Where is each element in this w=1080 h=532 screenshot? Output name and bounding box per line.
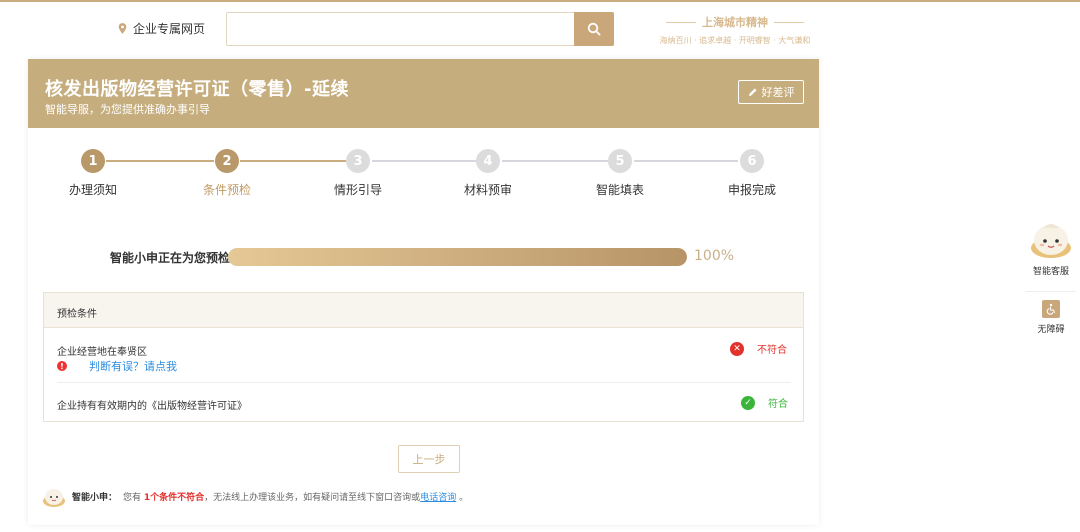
step-3: 3 情形引导 bbox=[318, 149, 398, 198]
cross-icon: ✕ bbox=[730, 341, 744, 356]
search-input[interactable] bbox=[226, 12, 614, 46]
check-icon: ✓ bbox=[741, 395, 755, 410]
error-note: ! 判断有误？请点我 bbox=[57, 358, 177, 374]
message-text: 。 bbox=[459, 492, 469, 503]
service-avatar-icon bbox=[1031, 224, 1071, 258]
progress-fill bbox=[228, 248, 687, 266]
assistant-avatar-icon bbox=[43, 489, 65, 507]
assistant-name: 智能小申： bbox=[72, 492, 118, 503]
page-header: 核发出版物经营许可证（零售）-延续 智能导服，为您提供准确办事引导 好差评 bbox=[28, 59, 819, 128]
step-2: 2 条件预检 bbox=[187, 149, 267, 198]
status-badge: ✕ 不符合 bbox=[730, 341, 787, 356]
message-text: ，无法线上办理该业务，如有疑问请至线下窗口咨询或 bbox=[204, 492, 421, 503]
search-button[interactable] bbox=[574, 12, 614, 46]
page-subtitle: 智能导服，为您提供准确办事引导 bbox=[45, 103, 210, 116]
city-slogan: 上海城市精神 海纳百川 · 追求卓越 · 开明睿智 · 大气谦和 bbox=[650, 14, 820, 46]
enterprise-page-label: 企业专属网页 bbox=[133, 22, 206, 36]
precheck-header: 预检条件 bbox=[44, 293, 803, 328]
step-4: 4 材料预审 bbox=[448, 149, 528, 198]
message-text: 您有 bbox=[123, 492, 142, 503]
service-label: 智能客服 bbox=[1032, 267, 1069, 277]
side-toolbar: 智能客服 无障碍 bbox=[1026, 216, 1076, 335]
page-title: 核发出版物经营许可证（零售）-延续 bbox=[45, 79, 349, 100]
top-bar: 企业专属网页 上海城市精神 海纳百川 · 追求卓越 · 开明睿智 · 大气谦和 bbox=[0, 2, 1080, 52]
previous-step-button[interactable]: 上一步 bbox=[398, 445, 460, 473]
condition-text: 企业持有有效期内的《出版物经营许可证》 bbox=[57, 401, 247, 412]
phone-consult-link[interactable]: 电话咨询 bbox=[420, 490, 456, 503]
step-1: 1 办理须知 bbox=[53, 149, 133, 198]
condition-text: 企业经营地在奉贤区 bbox=[57, 347, 147, 358]
wheelchair-icon bbox=[1042, 300, 1060, 318]
status-text: 不符合 bbox=[757, 345, 787, 356]
step-label: 情形引导 bbox=[333, 183, 382, 197]
message-highlight: 1个条件不符合 bbox=[143, 492, 205, 503]
step-number: 3 bbox=[346, 149, 370, 173]
step-label: 申报完成 bbox=[727, 183, 776, 197]
precheck-progress: 智能小申正在为您预检 100% bbox=[28, 243, 819, 273]
step-label: 材料预审 bbox=[463, 183, 512, 197]
status-text: 符合 bbox=[768, 399, 788, 410]
step-number: 1 bbox=[81, 149, 105, 173]
search-icon bbox=[587, 22, 601, 36]
step-number: 6 bbox=[740, 149, 764, 173]
assistant-message: 智能小申： 您有 1个条件不符合 ，无法线上办理该业务，如有疑问请至线下窗口咨询… bbox=[42, 483, 802, 509]
pencil-icon bbox=[748, 88, 756, 96]
progress-percent: 100% bbox=[694, 248, 735, 264]
precheck-table: 预检条件 企业经营地在奉贤区 ! 判断有误？请点我 ✕ 不符合 企业持有有效期内… bbox=[43, 292, 804, 422]
step-label: 条件预检 bbox=[202, 183, 251, 197]
progress-track bbox=[228, 248, 687, 266]
slogan-title: 上海城市精神 bbox=[702, 16, 768, 29]
table-row: 企业持有有效期内的《出版物经营许可证》 ✓ 符合 bbox=[57, 395, 791, 412]
step-5: 5 智能填表 bbox=[580, 149, 660, 198]
report-error-link[interactable]: 判断有误？请点我 bbox=[89, 358, 177, 374]
rate-button-label: 好差评 bbox=[761, 86, 795, 99]
step-label: 办理须知 bbox=[68, 183, 117, 197]
rate-button[interactable]: 好差评 bbox=[738, 80, 804, 104]
main-card: 核发出版物经营许可证（零售）-延续 智能导服，为您提供准确办事引导 好差评 1 … bbox=[28, 59, 819, 525]
accessibility-label: 无障碍 bbox=[1037, 325, 1065, 335]
status-badge: ✓ 符合 bbox=[741, 395, 788, 410]
table-row: 企业经营地在奉贤区 ! 判断有误？请点我 ✕ 不符合 bbox=[57, 341, 791, 383]
smart-service-button[interactable]: 智能客服 bbox=[1026, 216, 1076, 277]
step-progress: 1 办理须知 2 条件预检 3 情形引导 4 材料预审 5 智能填表 6 申报完… bbox=[28, 149, 819, 209]
divider bbox=[1026, 291, 1076, 292]
step-6: 6 申报完成 bbox=[712, 149, 792, 198]
step-label: 智能填表 bbox=[595, 183, 644, 197]
location-pin-icon bbox=[118, 23, 127, 34]
step-number: 2 bbox=[215, 149, 239, 173]
alert-icon: ! bbox=[57, 361, 67, 371]
enterprise-page-link[interactable]: 企业专属网页 bbox=[118, 20, 205, 37]
progress-label: 智能小申正在为您预检 bbox=[110, 251, 231, 265]
slogan-subtitle: 海纳百川 · 追求卓越 · 开明睿智 · 大气谦和 bbox=[659, 36, 811, 45]
accessibility-button[interactable]: 无障碍 bbox=[1026, 300, 1076, 335]
step-number: 4 bbox=[476, 149, 500, 173]
step-number: 5 bbox=[608, 149, 632, 173]
